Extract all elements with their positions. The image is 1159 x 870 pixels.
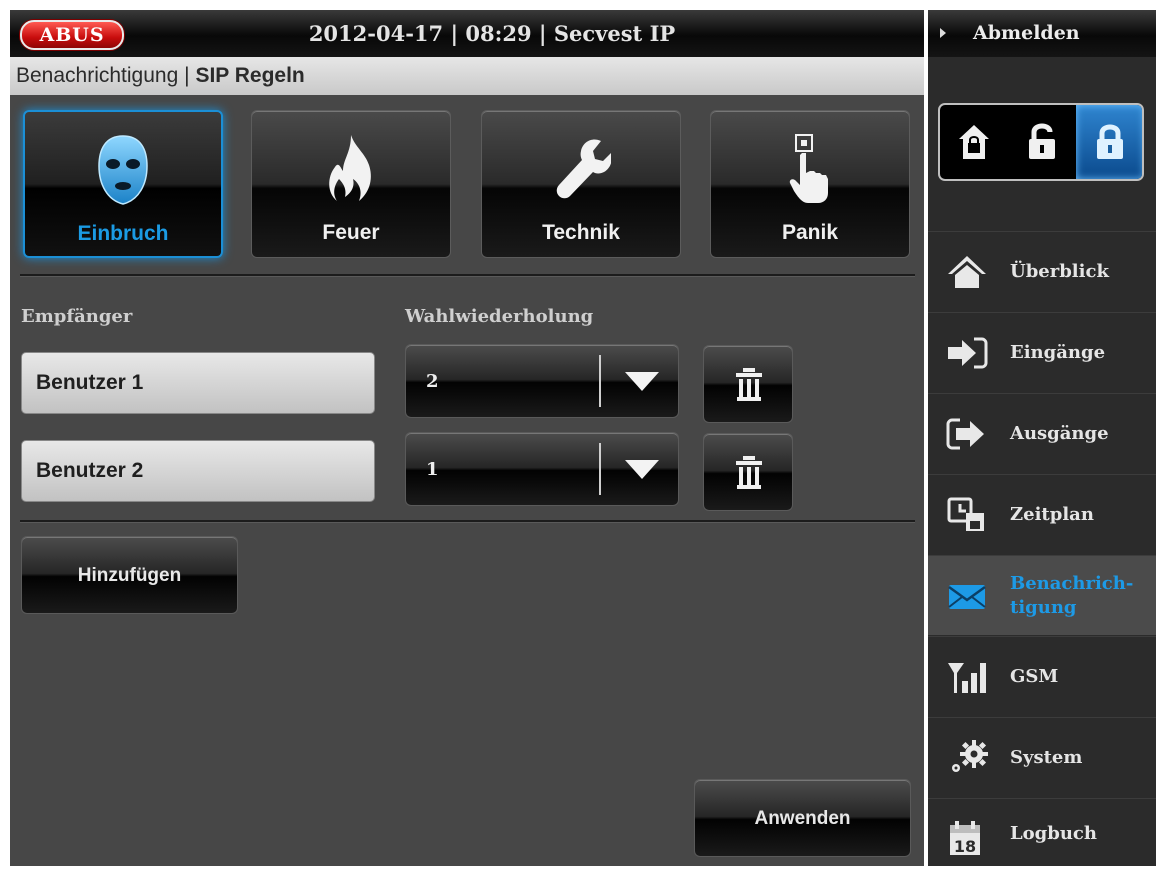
house-icon bbox=[948, 256, 986, 288]
nav-label-line1: Benachrich- bbox=[1010, 573, 1134, 594]
nav-item-ueberblick[interactable]: Überblick bbox=[928, 231, 1156, 311]
schedule-icon bbox=[947, 497, 984, 531]
category-label: Einbruch bbox=[77, 222, 169, 245]
breadcrumb-sub: SIP Regeln bbox=[195, 64, 305, 87]
nav-item-system[interactable]: System bbox=[928, 717, 1156, 797]
chevron-down-icon bbox=[625, 372, 659, 391]
category-technik-button[interactable]: Technik bbox=[481, 110, 681, 258]
apply-button[interactable]: Anwenden bbox=[694, 779, 911, 857]
select-separator bbox=[599, 355, 601, 407]
logout-label: Abmelden bbox=[973, 22, 1080, 44]
redial-select[interactable]: 2 bbox=[405, 344, 679, 418]
category-feuer-button[interactable]: Feuer bbox=[251, 110, 451, 258]
input-arrow-icon bbox=[948, 337, 988, 369]
category-panik-button[interactable]: Panik bbox=[710, 110, 910, 258]
add-button[interactable]: Hinzufügen bbox=[21, 536, 238, 614]
category-label: Panik bbox=[781, 221, 839, 244]
delete-button[interactable] bbox=[703, 433, 793, 511]
burglar-mask-icon bbox=[25, 134, 221, 206]
recipient-field[interactable]: Benutzer 1 bbox=[21, 352, 375, 414]
breadcrumb: Benachrichtigung | SIP Regeln bbox=[10, 57, 924, 95]
redial-value: 2 bbox=[426, 371, 439, 392]
app-window: ABUS 2012-04-17 | 08:29 | Secvest IP Ben… bbox=[0, 0, 1159, 870]
nav-label: Benachrich- tigung bbox=[1010, 572, 1133, 620]
delete-button[interactable] bbox=[703, 345, 793, 423]
datetime-title: 2012-04-17 | 08:29 | Secvest IP bbox=[308, 21, 676, 46]
breadcrumb-separator: | bbox=[184, 64, 190, 87]
arm-mode-selector bbox=[938, 103, 1144, 181]
category-einbruch-button[interactable]: Einbruch bbox=[23, 110, 223, 258]
sidebar: Abmelden Überblick Eingänge Ausgänge Zei… bbox=[928, 10, 1156, 866]
lock-closed-icon[interactable] bbox=[1076, 105, 1142, 179]
divider bbox=[20, 274, 915, 277]
nav-item-benachrichtigung[interactable]: Benachrich- tigung bbox=[928, 555, 1156, 635]
nav-label: System bbox=[1010, 747, 1083, 768]
nav-item-zeitplan[interactable]: Zeitplan bbox=[928, 474, 1156, 554]
category-label: Feuer bbox=[322, 221, 380, 244]
nav-label: Eingänge bbox=[1010, 342, 1106, 363]
lock-open-icon[interactable] bbox=[1008, 105, 1076, 179]
trash-icon bbox=[736, 456, 762, 489]
chevron-down-icon bbox=[625, 460, 659, 479]
play-arrow-icon bbox=[940, 28, 946, 38]
trash-icon bbox=[736, 368, 762, 401]
calendar-icon: 18 bbox=[950, 821, 980, 856]
nav-item-ausgaenge[interactable]: Ausgänge bbox=[928, 393, 1156, 473]
main-panel: ABUS 2012-04-17 | 08:29 | Secvest IP Ben… bbox=[10, 10, 924, 866]
breadcrumb-main: Benachrichtigung bbox=[16, 64, 179, 87]
top-bar: ABUS 2012-04-17 | 08:29 | Secvest IP bbox=[10, 10, 924, 57]
nav-item-logbuch[interactable]: 18 Logbuch bbox=[928, 798, 1156, 866]
nav-label-line2: tigung bbox=[1010, 597, 1077, 618]
svg-text:18: 18 bbox=[954, 837, 976, 856]
nav-label: Zeitplan bbox=[1010, 504, 1094, 525]
recipient-column-label: Empfänger bbox=[21, 306, 133, 327]
redial-value: 1 bbox=[426, 459, 439, 480]
output-arrow-icon bbox=[946, 418, 984, 450]
nav-label: GSM bbox=[1010, 666, 1059, 687]
signal-icon bbox=[948, 663, 986, 693]
redial-column-label: Wahlwiederholung bbox=[405, 306, 594, 327]
wrench-icon bbox=[482, 133, 680, 205]
gears-icon bbox=[952, 740, 988, 772]
select-separator bbox=[599, 443, 601, 495]
nav-label: Logbuch bbox=[1010, 823, 1097, 844]
nav-label: Überblick bbox=[1010, 261, 1109, 282]
divider bbox=[20, 520, 915, 523]
category-label: Technik bbox=[542, 221, 620, 244]
fire-icon bbox=[252, 133, 450, 205]
redial-select[interactable]: 1 bbox=[405, 432, 679, 506]
lock-closed-house-icon[interactable] bbox=[940, 105, 1008, 179]
nav-label: Ausgänge bbox=[1010, 423, 1109, 444]
panic-button-icon bbox=[711, 133, 909, 205]
nav-item-eingaenge[interactable]: Eingänge bbox=[928, 312, 1156, 392]
logout-button[interactable]: Abmelden bbox=[928, 10, 1156, 57]
nav-item-gsm[interactable]: GSM bbox=[928, 636, 1156, 716]
recipient-field[interactable]: Benutzer 2 bbox=[21, 440, 375, 502]
envelope-icon bbox=[948, 585, 986, 609]
